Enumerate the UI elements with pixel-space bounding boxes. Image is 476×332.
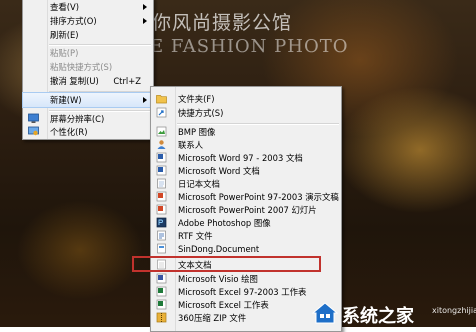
new-powerpoint-2007-item[interactable]: Microsoft PowerPoint 2007 幻灯片 [151,203,341,217]
menu-item-label: 快捷方式(S) [178,108,224,118]
powerpoint-2007-icon [156,204,167,215]
new-sindong-document-item[interactable]: SinDong.Document [151,242,341,256]
menu-item-label: Microsoft Excel 97-2003 工作表 [178,287,307,297]
menu-item-label: 日记本文档 [178,179,220,189]
menu-item-shortcut: Ctrl+Z [113,76,141,86]
new-visio-item[interactable]: Microsoft Visio 绘图 [151,272,341,286]
menu-item-label: 个性化(R) [50,127,88,137]
menu-item-label: 刷新(E) [50,30,79,40]
menu-item-label: 查看(V) [50,2,80,12]
visio-icon [156,273,167,284]
rtf-icon [157,230,166,241]
folder-icon [156,95,167,104]
new-journal-item[interactable]: 日记本文档 [151,177,341,191]
new-photoshop-item[interactable]: Adobe Photoshop 图像 [151,216,341,230]
powerpoint-97-icon [156,191,167,202]
new-powerpoint-97-item[interactable]: Microsoft PowerPoint 97-2003 演示文稿 [151,190,341,204]
new-submenu: 文件夹(F) 快捷方式(S) BMP 图像 联系人 Microsoft Word… [150,86,342,332]
menu-item-label: 文件夹(F) [178,94,215,104]
watermark-english: E FASHION PHOTO [150,36,349,57]
menu-item-label: 新建(W) [50,95,82,105]
excel-97-icon [156,286,167,297]
watermark-chinese: 你风尚摄影公馆 [152,12,293,34]
menu-item-refresh[interactable]: 刷新(E) [23,28,153,42]
menu-item-label: 360压缩 ZIP 文件 [178,313,247,323]
submenu-arrow-icon [143,4,147,10]
text-document-highlight-box [132,256,321,272]
new-shortcut-item[interactable]: 快捷方式(S) [151,106,341,120]
submenu-arrow-icon [143,97,147,103]
menu-item-label: Microsoft Visio 绘图 [178,274,258,284]
menu-item-view[interactable]: 查看(V) [23,0,153,14]
personalize-icon [28,126,39,136]
menu-item-label: Microsoft Excel 工作表 [178,300,269,310]
menu-item-label: 撤消 复制(U) [50,76,99,86]
new-folder-item[interactable]: 文件夹(F) [151,92,341,106]
word-97-icon [156,152,167,163]
new-rtf-item[interactable]: RTF 文件 [151,229,341,243]
menu-item-label: Microsoft PowerPoint 97-2003 演示文稿 [178,192,339,202]
menu-item-label: SinDong.Document [178,244,260,254]
new-contact-item[interactable]: 联系人 [151,138,341,152]
menu-item-label: 粘贴(P) [50,48,79,58]
monitor-icon [28,113,39,123]
menu-item-label: 粘贴快捷方式(S) [50,62,113,72]
menu-item-label: RTF 文件 [178,231,213,241]
menu-item-paste[interactable]: 粘贴(P) [23,46,153,60]
menu-item-label: 排序方式(O) [50,16,97,26]
house-logo-icon [312,302,338,324]
excel-icon [156,299,167,310]
zip-archive-icon [156,312,167,323]
word-icon [156,165,167,176]
brand-name: 系统之家 [342,306,414,327]
menu-item-undo-copy[interactable]: 撤消 复制(U) Ctrl+Z [23,74,153,88]
menu-item-label: Microsoft Word 文档 [178,166,260,176]
desktop-context-menu: 查看(V) 排序方式(O) 刷新(E) 粘贴(P) 粘贴快捷方式(S) 撤消 复… [22,0,154,140]
site-brand: 系统之家 xitongzhijia.net [312,300,476,327]
brand-url: xitongzhijia.net [432,306,476,315]
new-bmp-image-item[interactable]: BMP 图像 [151,125,341,139]
new-excel-97-item[interactable]: Microsoft Excel 97-2003 工作表 [151,285,341,299]
menu-item-label: Microsoft Word 97 - 2003 文档 [178,153,303,163]
menu-item-label: 屏幕分辨率(C) [50,114,105,124]
menu-item-label: 联系人 [178,140,204,150]
menu-item-label: BMP 图像 [178,127,216,137]
bmp-image-icon [156,126,167,137]
sindong-document-icon [157,243,166,254]
menu-item-new[interactable]: 新建(W) [22,92,154,108]
menu-item-label: Microsoft PowerPoint 2007 幻灯片 [178,205,317,215]
photoshop-icon [156,217,167,228]
submenu-arrow-icon [143,18,147,24]
menu-item-paste-shortcut[interactable]: 粘贴快捷方式(S) [23,60,153,74]
new-word-item[interactable]: Microsoft Word 文档 [151,164,341,178]
shortcut-icon [156,107,167,118]
menu-item-sort-by[interactable]: 排序方式(O) [23,14,153,28]
menu-item-label: Adobe Photoshop 图像 [178,218,271,228]
menu-item-screen-resolution[interactable]: 屏幕分辨率(C) [23,112,153,126]
contact-icon [157,140,166,149]
new-word-97-item[interactable]: Microsoft Word 97 - 2003 文档 [151,151,341,165]
menu-item-personalize[interactable]: 个性化(R) [23,125,153,139]
journal-icon [157,178,166,189]
